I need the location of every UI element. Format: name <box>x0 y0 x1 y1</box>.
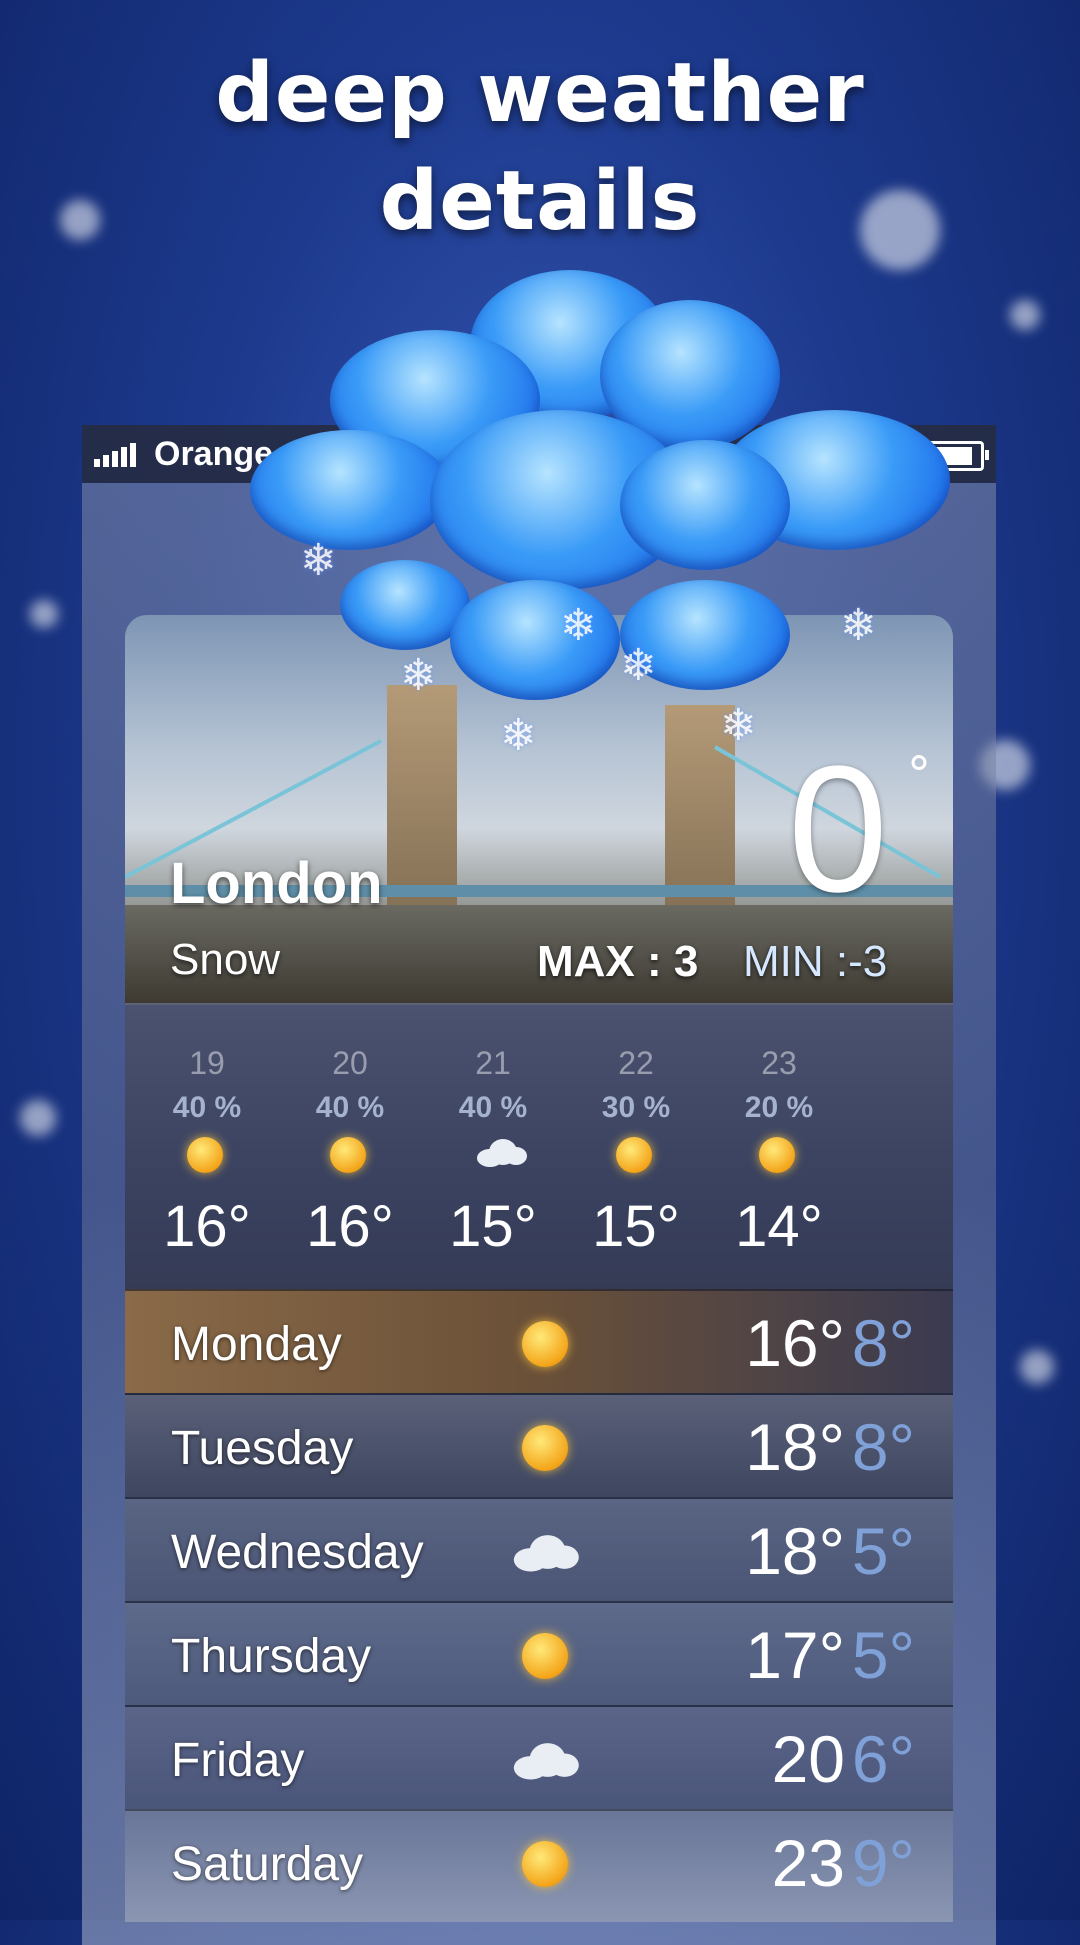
high-temp: 23 <box>771 1826 845 1900</box>
precip-chance: 20 % <box>744 1091 814 1124</box>
low-temp: 9° <box>851 1826 915 1900</box>
high-temp: 17° <box>745 1618 845 1692</box>
sun-cloud-icon <box>187 1137 227 1177</box>
low-temp: 5° <box>851 1618 915 1692</box>
day-name: Tuesday <box>171 1422 354 1475</box>
hour-temp: 15° <box>592 1194 680 1259</box>
hour-label: 22 <box>618 1045 654 1081</box>
day-name: Wednesday <box>171 1526 424 1579</box>
precip-chance: 40 % <box>458 1091 528 1124</box>
day-name: Monday <box>171 1318 342 1371</box>
daily-row-tuesday[interactable]: Tuesday 18° 8° <box>125 1393 953 1497</box>
high-temp: 18° <box>745 1514 845 1588</box>
low-temp: 5° <box>851 1514 915 1588</box>
high-temp: 20 <box>771 1722 845 1796</box>
cloud-icon <box>513 1527 579 1577</box>
cloud-icon <box>513 1735 579 1785</box>
low-temp: 8° <box>851 1306 915 1380</box>
snow-cloud-illustration: ❄ ❄ ❄ ❄ ❄ ❄ ❄ <box>0 0 1080 761</box>
sun-icon <box>515 1423 575 1473</box>
day-name: Friday <box>171 1734 305 1787</box>
sun-cloud-icon <box>330 1137 370 1177</box>
sun-icon <box>515 1631 575 1681</box>
max-temperature: MAX : 3 <box>537 937 699 986</box>
hour-label: 19 <box>189 1045 225 1081</box>
day-name: Saturday <box>171 1838 364 1891</box>
hour-temp: 14° <box>735 1194 823 1259</box>
precip-chance: 30 % <box>601 1091 671 1124</box>
hour-label: 23 <box>761 1045 797 1081</box>
hour-temp: 15° <box>449 1194 537 1259</box>
cloud-icon <box>473 1137 527 1177</box>
hour-temp: 16° <box>306 1194 394 1259</box>
daily-row-friday[interactable]: Friday 20 6° <box>125 1705 953 1809</box>
current-condition: Snow <box>170 935 281 984</box>
current-temperature: 0 <box>787 729 888 930</box>
low-temp: 8° <box>851 1410 915 1484</box>
min-temperature: MIN :-3 <box>743 937 888 986</box>
hourly-forecast[interactable]: 19 40 % 16° 20 40 % 16° 21 40 % 15° 22 3… <box>125 1003 953 1291</box>
daily-row-thursday[interactable]: Thursday 17° 5° <box>125 1601 953 1705</box>
low-temp: 6° <box>851 1722 915 1796</box>
high-temp: 16° <box>745 1306 845 1380</box>
hour-label: 20 <box>332 1045 368 1081</box>
precip-chance: 40 % <box>315 1091 385 1124</box>
sun-rain-icon <box>759 1137 799 1177</box>
sun-rain-icon <box>616 1137 656 1177</box>
hour-temp: 16° <box>163 1194 251 1259</box>
city-name: London <box>170 851 383 916</box>
high-temp: 18° <box>745 1410 845 1484</box>
sun-icon <box>515 1839 575 1889</box>
precip-chance: 40 % <box>172 1091 242 1124</box>
daily-row-wednesday[interactable]: Wednesday 18° 5° <box>125 1497 953 1601</box>
hour-label: 21 <box>475 1045 511 1081</box>
day-name: Thursday <box>171 1630 372 1683</box>
sun-rain-icon <box>515 1319 575 1369</box>
daily-row-monday[interactable]: Monday 16° 8° <box>125 1289 953 1393</box>
daily-row-saturday[interactable]: Saturday 23 9° <box>125 1809 953 1922</box>
